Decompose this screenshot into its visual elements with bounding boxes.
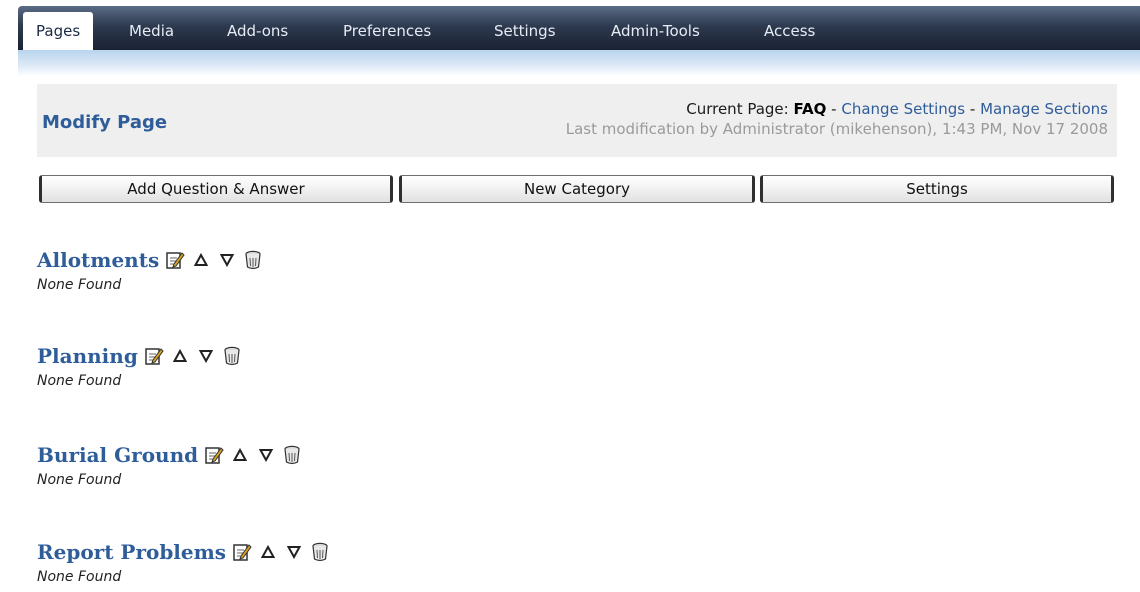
delete-icon[interactable]: [282, 445, 302, 465]
separator: -: [831, 100, 837, 118]
move-up-icon[interactable]: [170, 346, 190, 366]
category-name[interactable]: Planning: [37, 344, 138, 368]
move-down-icon[interactable]: [196, 346, 216, 366]
nav-settings[interactable]: Settings: [481, 12, 569, 50]
nav-glow: [18, 50, 1140, 76]
page-header: Modify Page Current Page: FAQ - Change S…: [37, 84, 1117, 157]
category-name[interactable]: Report Problems: [37, 540, 226, 564]
move-down-icon[interactable]: [256, 445, 276, 465]
manage-sections-link[interactable]: Manage Sections: [980, 100, 1108, 118]
edit-icon[interactable]: [232, 542, 252, 562]
delete-icon[interactable]: [310, 542, 330, 562]
edit-icon[interactable]: [144, 346, 164, 366]
category-allotments: Allotments None Found: [37, 245, 269, 293]
category-empty-status: None Found: [37, 373, 122, 389]
delete-icon[interactable]: [222, 346, 242, 366]
edit-icon[interactable]: [165, 250, 185, 270]
delete-icon[interactable]: [243, 250, 263, 270]
move-down-icon[interactable]: [284, 542, 304, 562]
category-burial-ground: Burial Ground None Found: [37, 440, 308, 488]
edit-icon[interactable]: [204, 445, 224, 465]
move-up-icon[interactable]: [191, 250, 211, 270]
current-page-name: FAQ: [793, 100, 827, 118]
category-empty-status: None Found: [37, 569, 122, 585]
category-report-problems: Report Problems None Found: [37, 537, 336, 585]
current-page-label: Current Page:: [686, 100, 789, 118]
category-empty-status: None Found: [37, 472, 122, 488]
nav-preferences[interactable]: Preferences: [330, 12, 444, 50]
separator: -: [969, 100, 976, 118]
nav-admin-tools[interactable]: Admin-Tools: [598, 12, 713, 50]
settings-button[interactable]: Settings: [760, 175, 1114, 203]
new-category-button[interactable]: New Category: [399, 175, 755, 203]
nav-media[interactable]: Media: [116, 12, 187, 50]
category-planning: Planning None Found: [37, 341, 248, 389]
nav-access[interactable]: Access: [751, 12, 828, 50]
change-settings-link[interactable]: Change Settings: [841, 100, 965, 118]
category-name[interactable]: Allotments: [37, 248, 159, 272]
move-down-icon[interactable]: [217, 250, 237, 270]
category-empty-status: None Found: [37, 277, 122, 293]
nav-pages[interactable]: Pages: [23, 12, 94, 50]
last-modification: Last modification by Administrator (mike…: [565, 120, 1108, 138]
page-title: Modify Page: [42, 112, 168, 133]
move-up-icon[interactable]: [230, 445, 250, 465]
add-question-answer-button[interactable]: Add Question & Answer: [39, 175, 393, 203]
top-navigation: Pages Media Add-ons Preferences Settings…: [18, 6, 1140, 50]
nav-add-ons[interactable]: Add-ons: [214, 12, 301, 50]
current-page-line: Current Page: FAQ - Change Settings - Ma…: [686, 100, 1108, 118]
move-up-icon[interactable]: [258, 542, 278, 562]
category-name[interactable]: Burial Ground: [37, 443, 198, 467]
